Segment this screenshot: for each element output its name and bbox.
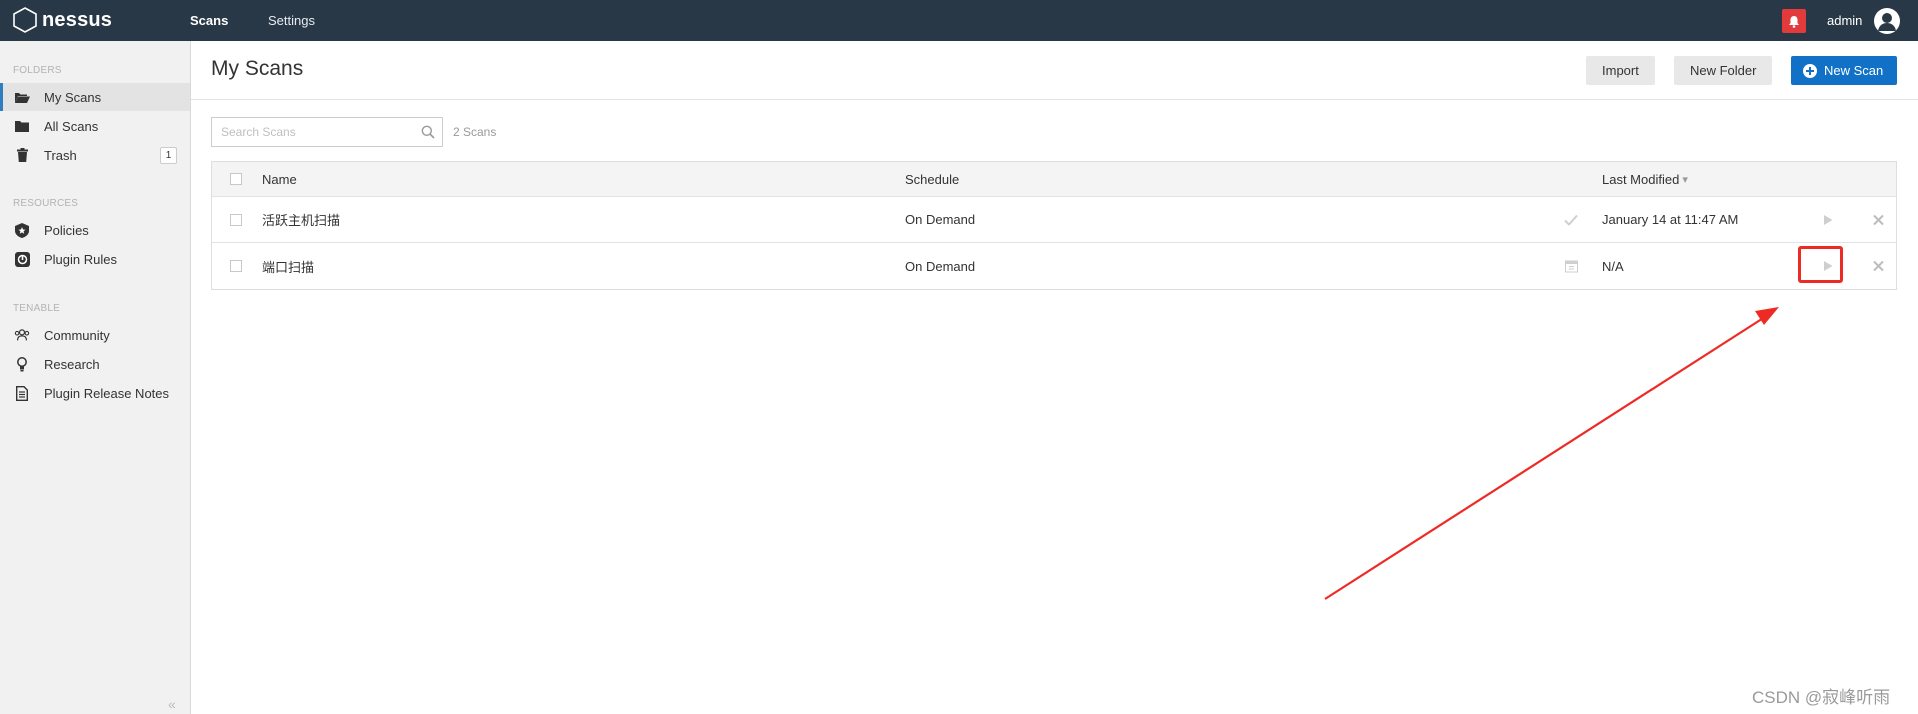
search-input[interactable] bbox=[212, 118, 412, 146]
trash-count-badge: 1 bbox=[160, 146, 177, 164]
search-scans-box bbox=[211, 117, 443, 147]
scan-name[interactable]: 端口扫描 bbox=[262, 243, 314, 289]
sidebar-item-label: Plugin Rules bbox=[44, 251, 117, 267]
select-all-checkbox[interactable] bbox=[230, 173, 242, 185]
annotation-highlight-box bbox=[1798, 246, 1843, 283]
sidebar-item-plugin-release-notes[interactable]: Plugin Release Notes bbox=[0, 379, 190, 407]
last-modified-label: Last Modified bbox=[1602, 171, 1680, 187]
scan-last-modified: N/A bbox=[1602, 258, 1624, 274]
sidebar-item-trash[interactable]: Trash 1 bbox=[0, 141, 190, 169]
check-icon bbox=[1564, 214, 1578, 225]
sidebar-item-label: Policies bbox=[44, 222, 89, 238]
row-checkbox[interactable] bbox=[230, 260, 242, 272]
main-content: My Scans Import New Folder New Scan 2 Sc… bbox=[191, 41, 1918, 714]
research-bulb-icon bbox=[14, 356, 30, 372]
new-scan-button[interactable]: New Scan bbox=[1791, 56, 1898, 85]
scan-schedule: On Demand bbox=[905, 212, 976, 227]
scan-name[interactable]: 活跃主机扫描 bbox=[262, 197, 340, 242]
search-icon[interactable] bbox=[421, 125, 435, 139]
sidebar-item-plugin-rules[interactable]: Plugin Rules bbox=[0, 245, 190, 273]
sidebar-section-tenable: TENABLE bbox=[13, 303, 60, 314]
column-header-last-modified[interactable]: Last Modified ▾ bbox=[1602, 162, 1688, 196]
plus-circle-icon bbox=[1803, 63, 1817, 78]
scans-table: Name Schedule Last Modified ▾ 活跃主机扫描 On … bbox=[211, 161, 1897, 290]
scan-schedule: On Demand bbox=[905, 258, 976, 274]
sidebar-item-policies[interactable]: Policies bbox=[0, 216, 190, 244]
nessus-hexagon-icon bbox=[13, 7, 37, 33]
delete-x-icon[interactable] bbox=[1873, 260, 1884, 272]
folder-icon bbox=[14, 118, 30, 134]
community-icon bbox=[14, 327, 30, 343]
logo-text: nessus bbox=[42, 8, 113, 31]
sidebar-item-label: All Scans bbox=[44, 118, 99, 134]
delete-x-icon[interactable] bbox=[1873, 214, 1884, 225]
sidebar-item-research[interactable]: Research bbox=[0, 350, 190, 378]
sort-desc-icon: ▾ bbox=[1682, 173, 1688, 186]
header-divider bbox=[191, 99, 1918, 100]
nav-scans[interactable]: Scans bbox=[190, 0, 228, 41]
column-header-name[interactable]: Name bbox=[262, 162, 297, 196]
nav-settings[interactable]: Settings bbox=[268, 0, 315, 41]
table-row[interactable]: 活跃主机扫描 On Demand January 14 at 11:47 AM bbox=[212, 197, 1896, 243]
folder-open-icon bbox=[14, 89, 30, 105]
sidebar-section-folders: FOLDERS bbox=[13, 65, 62, 76]
nessus-logo[interactable]: nessus bbox=[12, 6, 112, 34]
sidebar-item-label: Community bbox=[44, 327, 110, 343]
launch-play-icon[interactable] bbox=[1823, 214, 1833, 225]
table-row[interactable]: 端口扫描 On Demand N/A bbox=[212, 243, 1896, 289]
sidebar-item-label: My Scans bbox=[44, 89, 102, 105]
scan-last-modified: January 14 at 11:47 AM bbox=[1602, 212, 1739, 227]
import-button[interactable]: Import bbox=[1586, 56, 1655, 85]
plugin-rules-icon bbox=[14, 251, 30, 267]
policy-shield-icon bbox=[14, 222, 30, 238]
sidebar-item-all-scans[interactable]: All Scans bbox=[0, 112, 190, 140]
sidebar-item-label: Plugin Release Notes bbox=[44, 385, 170, 401]
column-header-schedule[interactable]: Schedule bbox=[905, 162, 959, 196]
bell-icon bbox=[1789, 15, 1799, 28]
trash-icon bbox=[14, 147, 30, 163]
row-checkbox[interactable] bbox=[230, 213, 242, 226]
table-header-row: Name Schedule Last Modified ▾ bbox=[212, 162, 1896, 197]
collapse-sidebar-button[interactable]: « bbox=[168, 696, 176, 712]
user-avatar-icon[interactable] bbox=[1874, 8, 1900, 34]
scan-count: 2 Scans bbox=[453, 125, 497, 139]
sidebar-item-my-scans[interactable]: My Scans bbox=[0, 83, 190, 111]
notifications-button[interactable] bbox=[1782, 9, 1806, 33]
new-folder-button[interactable]: New Folder bbox=[1674, 56, 1773, 85]
page-title: My Scans bbox=[211, 57, 304, 80]
sidebar-item-label: Trash bbox=[44, 147, 77, 163]
calendar-icon bbox=[1565, 260, 1578, 273]
document-icon bbox=[14, 385, 30, 401]
watermark-text: CSDN @寂峰听雨 bbox=[1752, 688, 1891, 707]
sidebar-section-resources: RESOURCES bbox=[13, 198, 79, 209]
sidebar-item-label: Research bbox=[44, 356, 100, 372]
sidebar-item-community[interactable]: Community bbox=[0, 321, 190, 349]
top-navigation-bar: nessus Scans Settings admin bbox=[0, 0, 1918, 41]
new-scan-label: New Scan bbox=[1824, 63, 1884, 78]
sidebar: FOLDERS My Scans All Scans Trash 1 RESOU… bbox=[0, 41, 191, 714]
user-menu-name[interactable]: admin bbox=[1827, 0, 1862, 41]
